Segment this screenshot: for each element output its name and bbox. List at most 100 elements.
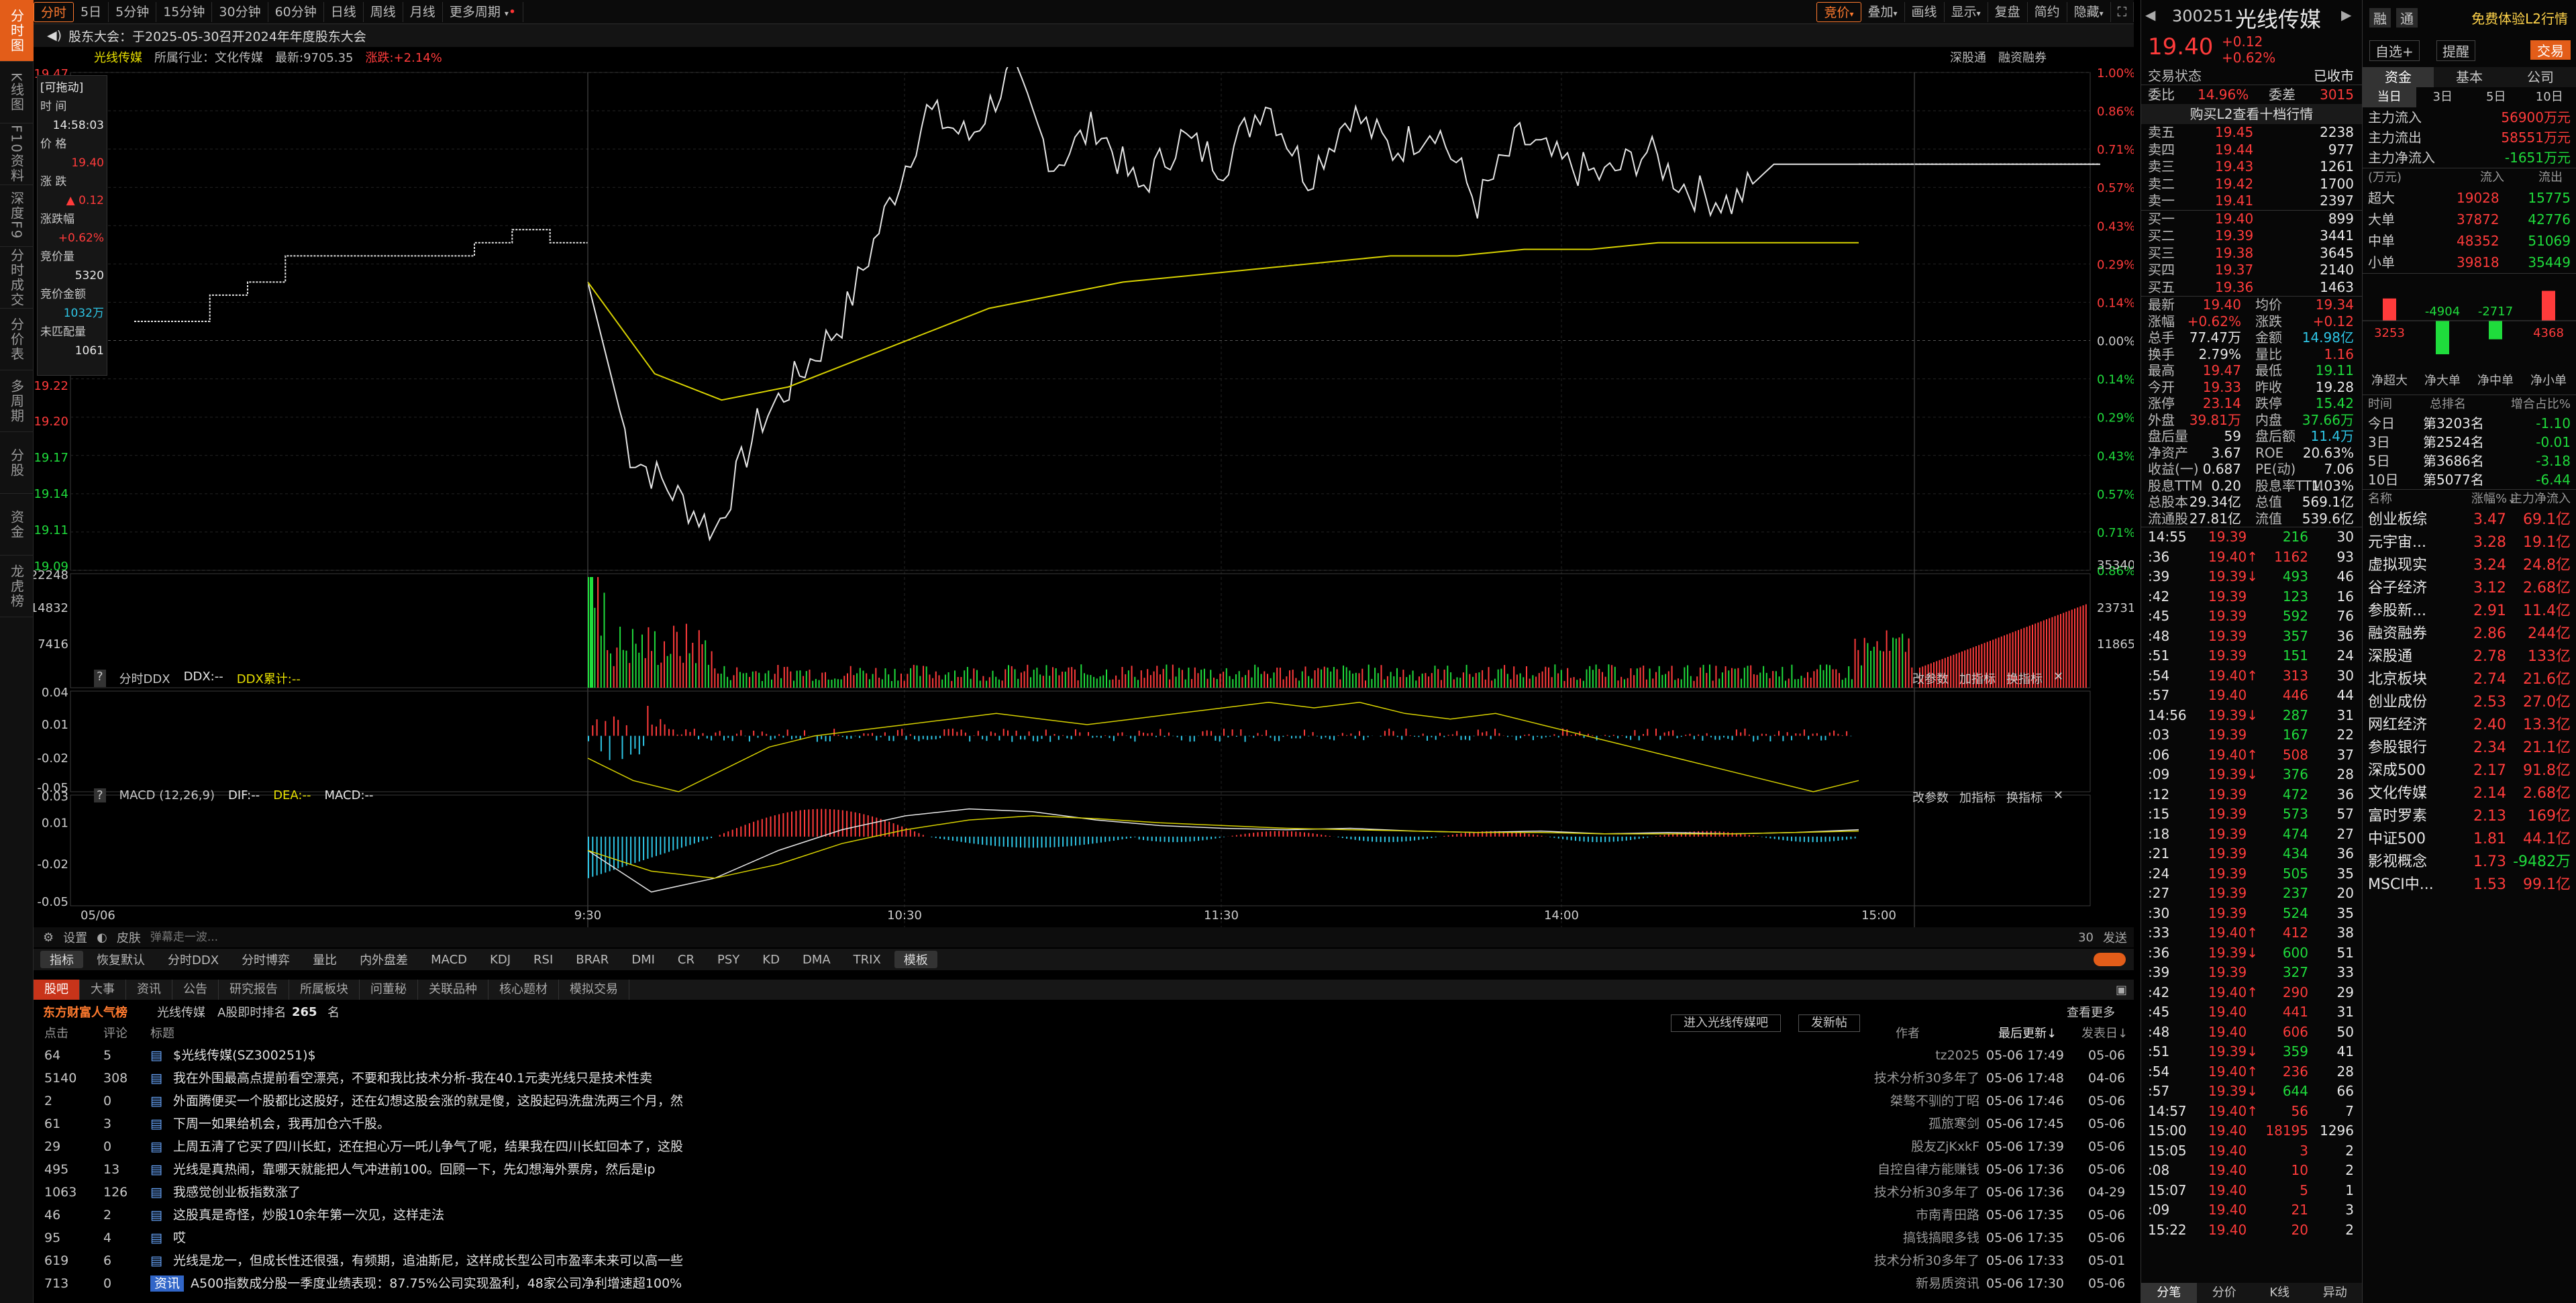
orderbook-row[interactable]: 买四 19.37 2140 xyxy=(2141,262,2362,279)
sector-name[interactable]: 参股银行 xyxy=(2368,737,2427,760)
sector-name[interactable]: 创业成份 xyxy=(2368,691,2427,714)
orderbook-row[interactable]: 买一 19.40 899 xyxy=(2141,211,2362,228)
news-tab-sectors[interactable]: 所属板块 xyxy=(289,980,360,1000)
news-title[interactable]: 外面腾便买一个股都比这股好，还在幻想这股会涨的就是傻，这股起码洗盘洗两三个月，然 xyxy=(173,1090,1851,1112)
sector-name[interactable]: 谷子经济 xyxy=(2368,577,2427,600)
overlay-button[interactable]: 叠加▾ xyxy=(1861,2,1905,22)
sector-row[interactable]: 网红经济 2.40 13.3亿 xyxy=(2363,714,2576,737)
sector-row[interactable]: 虚拟现实 3.24 24.8亿 xyxy=(2363,554,2576,577)
sector-row[interactable]: 富时罗素 2.13 169亿 xyxy=(2363,805,2576,828)
news-title[interactable]: 光线是真热闹，靠哪天就能把人气冲进前100。回顾一下，先幻想海外票房，然后是ip xyxy=(173,1158,1851,1181)
sector-name[interactable]: 富时罗素 xyxy=(2368,805,2427,828)
orderbook-row[interactable]: 卖二 19.42 1700 xyxy=(2141,176,2362,193)
sector-row[interactable]: 参股银行 2.34 21.1亿 xyxy=(2363,737,2576,760)
ddx-question-icon[interactable]: ? xyxy=(94,670,106,687)
tab-weekly[interactable]: 周线 xyxy=(364,1,403,22)
sector-row[interactable]: 北京板块 2.74 21.6亿 xyxy=(2363,668,2576,691)
tab-company[interactable]: 公司 xyxy=(2505,67,2576,87)
ind-ddx[interactable]: 分时DDX xyxy=(158,951,228,968)
alert-button[interactable]: 提醒 xyxy=(2436,40,2475,61)
news-tab-info[interactable]: 资讯 xyxy=(126,980,172,1000)
sector-row[interactable]: 创业板综 3.47 69.1亿 xyxy=(2363,509,2576,531)
tab-monthly[interactable]: 月线 xyxy=(403,1,443,22)
news-author[interactable]: 技术分析30多年了 xyxy=(1874,1249,1979,1272)
chart-area[interactable]: 19.47 19.22 19.20 19.17 19.14 19.11 19.09 1.00… xyxy=(30,57,2135,946)
ddx-add-indicator[interactable]: 加指标 xyxy=(1959,670,1996,687)
ind-trix[interactable]: TRIX xyxy=(844,953,890,967)
ind-rsi[interactable]: RSI xyxy=(524,953,562,967)
close-icon[interactable]: ✕ xyxy=(2053,670,2063,687)
tooltip-drag-label[interactable]: [可拖动] xyxy=(40,79,104,97)
news-row[interactable]: 495 13 ▤ 光线是真热闹，靠哪天就能把人气冲进前100。回顾一下，先幻想海… xyxy=(34,1158,2134,1181)
sector-row[interactable]: MSCI中... 1.53 99.1亿 xyxy=(2363,874,2576,896)
macd-title[interactable]: MACD (12,26,9) xyxy=(119,788,215,802)
auction-button[interactable]: 竞价▾ xyxy=(1816,2,1861,22)
news-author[interactable]: tz2025 xyxy=(1935,1044,1979,1067)
danmu-input[interactable] xyxy=(150,931,271,944)
popularity-brand[interactable]: 东方财富人气榜 xyxy=(43,1003,127,1021)
add-watchlist-button[interactable]: 自选+ xyxy=(2369,40,2420,61)
sector-name[interactable]: 深股通 xyxy=(2368,645,2412,668)
ind-cr[interactable]: CR xyxy=(668,953,704,967)
macd-add-indicator[interactable]: 加指标 xyxy=(1959,788,1996,806)
macd-edit-params[interactable]: 改参数 xyxy=(1912,788,1949,806)
orderbook-row[interactable]: 买二 19.39 3441 xyxy=(2141,227,2362,245)
nav-stocks[interactable]: 分股 xyxy=(0,432,34,494)
ind-kd[interactable]: KD xyxy=(753,953,789,967)
tab-30min[interactable]: 30分钟 xyxy=(212,1,268,22)
ind-template[interactable]: 模板 xyxy=(894,951,937,968)
nav-multi-period[interactable]: 多周期 xyxy=(0,370,34,432)
ddx-switch-indicator[interactable]: 换指标 xyxy=(2006,670,2043,687)
industry-label[interactable]: 所属行业：文化传媒 xyxy=(154,48,263,66)
tab-5day[interactable]: 5日 xyxy=(74,1,109,22)
orderbook-row[interactable]: 卖三 19.43 1261 xyxy=(2141,158,2362,176)
news-tab-themes[interactable]: 核心题材 xyxy=(488,980,559,1000)
close-icon[interactable]: ✕ xyxy=(2053,788,2063,806)
sector-row[interactable]: 创业成份 2.53 27.0亿 xyxy=(2363,691,2576,714)
news-author[interactable]: 股友ZjKxkF xyxy=(1911,1135,1979,1158)
news-author[interactable]: 自控自律方能赚钱 xyxy=(1877,1158,1979,1181)
trade-button[interactable]: 交易 xyxy=(2530,40,2571,60)
nav-price-table[interactable]: 分价表 xyxy=(0,309,34,370)
news-author[interactable]: 搞钱搞眼多钱 xyxy=(1903,1227,1979,1249)
news-tab-secretary[interactable]: 问董秘 xyxy=(360,980,418,1000)
expand-icon[interactable]: ⛶ xyxy=(2111,2,2134,22)
news-tab-sim[interactable]: 模拟交易 xyxy=(559,980,629,1000)
sector-row[interactable]: 中证500 1.81 44.1亿 xyxy=(2363,828,2576,851)
sector-row[interactable]: 谷子经济 3.12 2.68亿 xyxy=(2363,577,2576,600)
ind-indicator[interactable]: 指标 xyxy=(40,951,83,968)
tab-60min[interactable]: 60分钟 xyxy=(268,1,324,22)
news-tab-notices[interactable]: 公告 xyxy=(172,980,219,1000)
col-updated[interactable]: 最后更新↓ xyxy=(1998,1024,2057,1041)
news-row[interactable]: 29 0 ▤ 上周五清了它买了四川长虹，还在担心万一吒儿争气了呢，结果我在四川长… xyxy=(34,1135,2134,1158)
skin-button[interactable]: 皮肤 xyxy=(117,929,141,946)
news-title[interactable]: 上周五清了它买了四川长虹，还在担心万一吒儿争气了呢，结果我在四川长虹回本了，这股 xyxy=(173,1135,1851,1158)
news-title[interactable]: 哎 xyxy=(173,1227,1851,1249)
hide-button[interactable]: 隐藏▾ xyxy=(2067,2,2111,22)
more-link[interactable]: 查看更多 xyxy=(2067,1003,2115,1021)
nav-ticks[interactable]: 分时成交 xyxy=(0,247,34,309)
news-row[interactable]: 61 3 ▤ 下周一如果给机会，我再加仓六千股。 孤旅寒剑 05-06 17:4… xyxy=(34,1112,2134,1135)
free-l2-link[interactable]: 免费体验L2行情 xyxy=(2471,8,2568,28)
sector-name[interactable]: 创业板综 xyxy=(2368,509,2427,531)
nav-dragon-tiger[interactable]: 龙虎榜 xyxy=(0,556,34,617)
news-author[interactable]: 技术分析30多年了 xyxy=(1874,1067,1979,1090)
tab-funds[interactable]: 资金 xyxy=(2363,67,2434,87)
news-author[interactable]: 市南青田路 xyxy=(1916,1204,1979,1227)
orderbook-row[interactable]: 买五 19.36 1463 xyxy=(2141,279,2362,297)
sector-name[interactable]: 虚拟现实 xyxy=(2368,554,2427,577)
notice-text[interactable]: 股东大会：于2025-05-30召开2024年年度股东大会 xyxy=(68,27,366,45)
orderbook-row[interactable]: 卖五 19.45 2238 xyxy=(2141,124,2362,142)
news-row[interactable]: 619 6 ▤ 光线是龙一，但成长性还很强，有频期，追油斯尼，这样成长型公司市盈… xyxy=(34,1249,2134,1272)
sector-name[interactable]: MSCI中... xyxy=(2368,874,2434,896)
ind-brar[interactable]: BRAR xyxy=(566,953,618,967)
nav-intraday[interactable]: 分时图 xyxy=(0,0,34,62)
ind-reset[interactable]: 恢复默认 xyxy=(87,951,154,968)
ind-inout[interactable]: 内外盘差 xyxy=(350,951,417,968)
orderbook-row[interactable]: 卖四 19.44 977 xyxy=(2141,142,2362,159)
subtab-today[interactable]: 当日 xyxy=(2363,87,2416,107)
next-stock-icon[interactable]: ▶ xyxy=(2341,7,2351,23)
tab-15min[interactable]: 15分钟 xyxy=(156,1,213,22)
sector-row[interactable]: 影视概念 1.73 -9482万 xyxy=(2363,851,2576,874)
nav-f10[interactable]: F10资料 xyxy=(0,123,34,185)
